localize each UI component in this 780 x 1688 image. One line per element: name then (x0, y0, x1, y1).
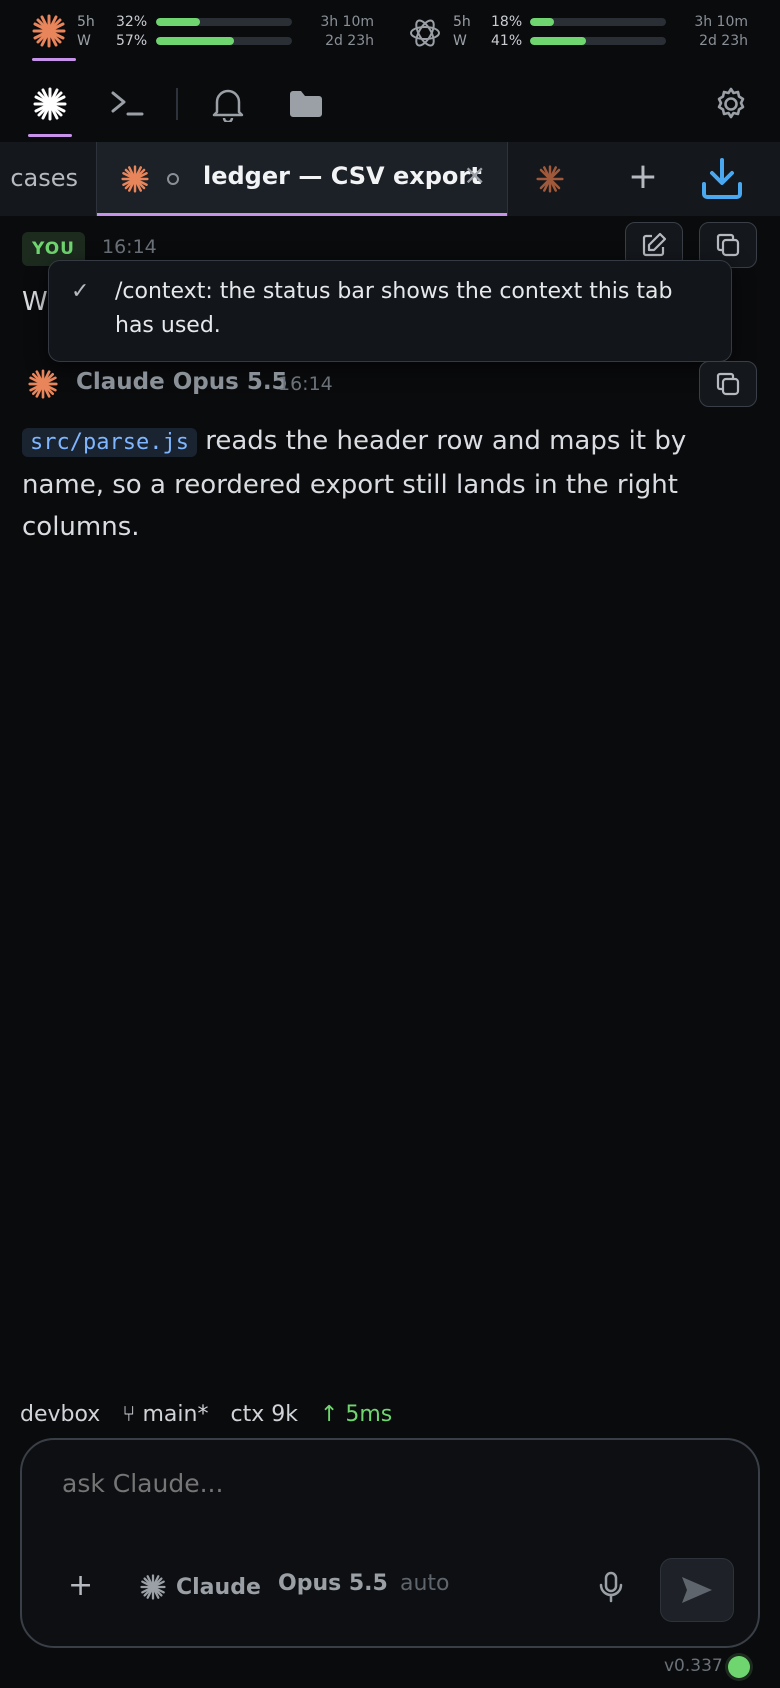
nav-notifications-button[interactable] (206, 80, 250, 128)
model-selector[interactable]: Opus 5.5 (278, 1571, 388, 1596)
usage-claude-period-5h: 5h (77, 14, 95, 30)
usage-openai-icon (408, 16, 442, 50)
status-bar: devbox ⑂ main* ctx 9k ↑ 5ms (20, 1402, 414, 1427)
toast-text: /context: the status bar shows the conte… (115, 279, 673, 338)
nav-files-button[interactable] (284, 80, 328, 128)
nav-terminal-button[interactable] (104, 80, 150, 128)
usage-openai-pct-5h: 18% (491, 14, 523, 30)
tab-status-dot-icon (167, 173, 179, 185)
tab-ledger-csv-export[interactable]: ledger — CSV export × (96, 142, 508, 216)
tab-active-label: ledger — CSV export (203, 162, 482, 190)
download-icon (702, 158, 742, 199)
nav-divider (176, 88, 178, 120)
usage-claude-remaining-w: 2d 23h (325, 33, 374, 49)
claude-starburst-icon (121, 165, 149, 193)
usage-openai-remaining-5h: 3h 10m (694, 14, 748, 30)
tab-active-underline (97, 213, 507, 216)
folder-icon (290, 91, 322, 117)
assistant-message-body: src/parse.js reads the header row and ma… (22, 420, 722, 548)
nav-claude-button[interactable] (28, 80, 72, 128)
context-toast: ✓ /context: the status bar shows the con… (48, 260, 732, 362)
connection-status-icon (728, 1656, 750, 1678)
download-button[interactable] (696, 152, 748, 204)
status-latency: ↑ 5ms (319, 1402, 393, 1427)
usage-claude-pct-w: 57% (116, 33, 148, 49)
attach-button[interactable]: + (68, 1568, 93, 1603)
usage-claude-icon (32, 14, 66, 48)
nav-active-underline (28, 134, 72, 137)
send-icon (682, 1577, 712, 1603)
mic-button[interactable] (588, 1564, 634, 1610)
microphone-icon (599, 1571, 623, 1603)
agent-selector[interactable]: Claude (140, 1570, 261, 1604)
settings-button[interactable] (708, 80, 754, 128)
copy-icon (716, 233, 740, 257)
bell-icon (212, 89, 244, 122)
send-button[interactable] (660, 1558, 734, 1622)
usage-claude-bar-5h (156, 18, 292, 26)
claude-starburst-icon (140, 1574, 166, 1600)
user-message-time: 16:14 (102, 236, 157, 258)
user-message-text: W (22, 287, 48, 317)
usage-openai-period-5h: 5h (453, 14, 471, 30)
version-label: v0.337 (664, 1656, 723, 1676)
edit-icon (642, 232, 667, 257)
usage-openai-bar-w (530, 37, 666, 45)
usage-claude-bar-w (156, 37, 292, 45)
check-icon: ✓ (71, 279, 90, 304)
usage-openai-period-w: W (453, 33, 467, 49)
assistant-message-time: 16:14 (278, 373, 333, 395)
mode-selector[interactable]: auto (400, 1571, 450, 1596)
usage-openai-pct-w: 41% (491, 33, 523, 49)
assistant-name: Claude Opus 5.5 (76, 369, 288, 395)
terminal-icon (111, 91, 144, 116)
claude-starburst-icon (33, 87, 67, 121)
copy-assistant-message-button[interactable] (699, 361, 757, 407)
tab-cases-label: cases (10, 164, 78, 192)
new-tab-button[interactable]: + (618, 152, 668, 202)
copy-icon (716, 372, 740, 396)
composer: + Claude Opus 5.5 auto (20, 1438, 760, 1648)
agent-label: Claude (176, 1574, 261, 1600)
tab-close-button[interactable]: × (463, 158, 486, 191)
code-filename: src/parse.js (22, 428, 197, 457)
tab-next[interactable] (520, 142, 600, 216)
prompt-input[interactable] (60, 1462, 704, 1504)
status-branch: ⑂ main* (122, 1402, 209, 1427)
claude-starburst-icon (32, 14, 66, 48)
status-host: devbox (20, 1402, 101, 1427)
claude-starburst-icon (536, 165, 564, 193)
usage-claude-pct-5h: 32% (116, 14, 148, 30)
usage-openai-bar-5h (530, 18, 666, 26)
usage-claude-remaining-5h: 3h 10m (320, 14, 374, 30)
usage-claude-period-w: W (77, 33, 91, 49)
usage-openai-remaining-w: 2d 23h (699, 33, 748, 49)
usage-claude-underline (32, 58, 76, 61)
gear-icon (717, 87, 745, 119)
openai-knot-icon (410, 19, 440, 47)
tab-cases[interactable]: cases (0, 142, 96, 216)
claude-starburst-icon (28, 369, 58, 399)
status-context: ctx 9k (230, 1402, 298, 1427)
